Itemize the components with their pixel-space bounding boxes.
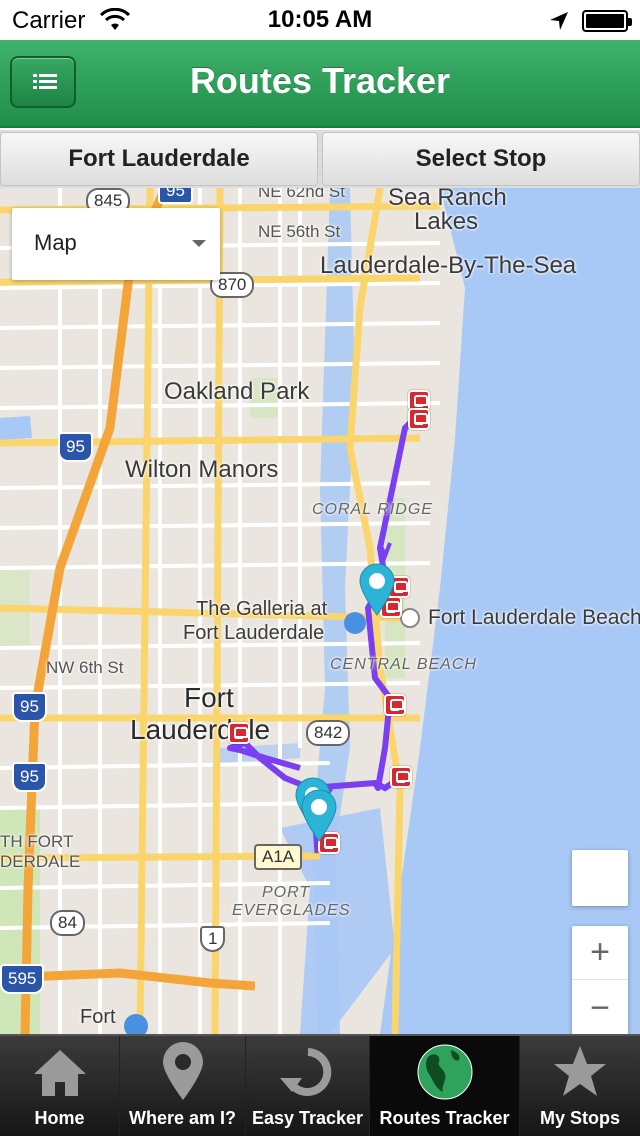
map-view[interactable]: Sea Ranch Lakes NE 62nd St NE 56th St La… bbox=[0, 188, 640, 1034]
tab-label: Home bbox=[34, 1108, 85, 1128]
map-label: The Galleria at bbox=[196, 598, 328, 620]
city-select-button[interactable]: Fort Lauderdale bbox=[0, 132, 318, 186]
interstate-shield: 95 bbox=[158, 188, 193, 204]
map-label: TH FORT bbox=[0, 832, 74, 851]
bus-stop-marker[interactable] bbox=[384, 694, 406, 716]
map-label: Lauderdale-By-The-Sea bbox=[320, 252, 577, 279]
map-label: NE 56th St bbox=[258, 222, 341, 241]
tab-my-stops[interactable]: My Stops bbox=[520, 1036, 640, 1136]
map-label: Fort Lauderdale bbox=[183, 622, 325, 644]
road-shield: 842 bbox=[306, 720, 351, 746]
tab-bar: Home Where am I? Easy Tracker Routes Tra… bbox=[0, 1034, 640, 1136]
map-label: Oakland Park bbox=[164, 378, 310, 405]
tab-easy-tracker[interactable]: Easy Tracker bbox=[246, 1036, 370, 1136]
bus-stop-marker[interactable] bbox=[228, 722, 250, 744]
refresh-icon bbox=[279, 1048, 331, 1096]
chevron-down-icon bbox=[192, 240, 206, 247]
selector-bar: Fort Lauderdale Select Stop bbox=[0, 130, 640, 188]
zoom-in-button[interactable]: + bbox=[572, 926, 628, 980]
location-arrow-icon bbox=[550, 12, 568, 30]
bus-stop-marker[interactable] bbox=[408, 408, 430, 430]
map-label: CORAL RIDGE bbox=[312, 501, 433, 518]
page-title: Routes Tracker bbox=[189, 60, 451, 101]
interstate-shield: 95 bbox=[12, 692, 47, 722]
zoom-out-button[interactable]: − bbox=[572, 982, 628, 1034]
map-pin-icon[interactable] bbox=[358, 562, 396, 616]
tab-label: Easy Tracker bbox=[251, 1108, 364, 1128]
map-label: Fort Lauderdale Beach bbox=[428, 606, 640, 629]
map-type-select[interactable]: Map bbox=[12, 208, 220, 280]
tab-label: My Stops bbox=[539, 1108, 620, 1128]
my-location-button[interactable] bbox=[572, 850, 628, 906]
tab-label: Routes Tracker bbox=[379, 1108, 510, 1128]
map-type-label: Map bbox=[34, 230, 77, 255]
map-label: NE 62nd St bbox=[258, 188, 345, 201]
map-label: DERDALE bbox=[0, 852, 81, 871]
battery-icon bbox=[582, 10, 632, 32]
home-icon bbox=[33, 1050, 86, 1096]
map-label: Lakes bbox=[414, 208, 479, 235]
star-icon bbox=[554, 1046, 606, 1096]
zoom-control: + − bbox=[572, 926, 628, 1034]
location-pin-icon bbox=[162, 1042, 203, 1100]
beach-place-icon[interactable] bbox=[400, 608, 420, 628]
map-label: Fort bbox=[184, 682, 234, 713]
map-label: NW 6th St bbox=[46, 658, 124, 677]
bus-stop-marker[interactable] bbox=[390, 766, 412, 788]
tab-label: Where am I? bbox=[128, 1108, 237, 1128]
interstate-shield: 595 bbox=[0, 964, 45, 994]
map-label: Wilton Manors bbox=[125, 456, 279, 483]
tab-routes-tracker[interactable]: Routes Tracker bbox=[370, 1036, 520, 1136]
map-label: CENTRAL BEACH bbox=[330, 656, 477, 673]
interstate-shield: 95 bbox=[12, 762, 47, 792]
tab-where-am-i[interactable]: Where am I? bbox=[120, 1036, 246, 1136]
airport-icon[interactable] bbox=[124, 1014, 148, 1034]
road-shield: A1A bbox=[254, 844, 303, 870]
app-header: Routes Tracker bbox=[0, 40, 640, 128]
interstate-shield: 95 bbox=[58, 432, 93, 462]
stop-select-button[interactable]: Select Stop bbox=[322, 132, 640, 186]
tab-home[interactable]: Home bbox=[0, 1036, 120, 1136]
status-bar: Carrier 10:05 AM bbox=[0, 0, 640, 40]
road-shield: 84 bbox=[50, 910, 85, 936]
map-label: EVERGLADES bbox=[232, 902, 351, 919]
map-label: PORT bbox=[262, 884, 311, 901]
map-pin-icon[interactable] bbox=[300, 788, 338, 842]
globe-icon bbox=[417, 1044, 472, 1100]
map-label: Fort bbox=[80, 1006, 116, 1028]
clock-time: 10:05 AM bbox=[267, 6, 373, 33]
